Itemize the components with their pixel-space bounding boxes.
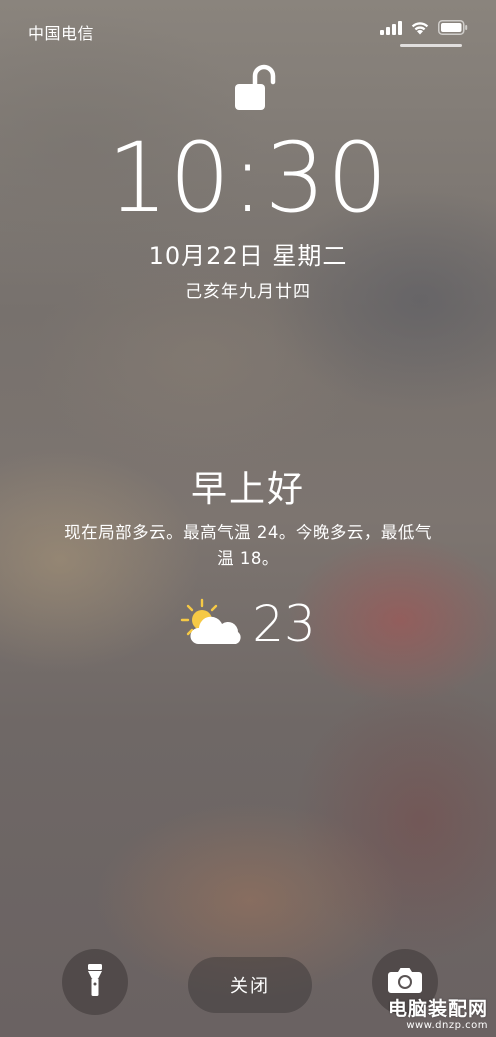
wifi-icon <box>410 20 430 39</box>
status-bar: 中国电信 <box>28 18 468 44</box>
lock-screen: 中国电信 10:30 10月22日 星期二 己亥年九月廿四 早上好 现在局部多云… <box>0 0 496 1037</box>
current-temperature: 23 <box>252 595 316 653</box>
camera-icon <box>388 967 422 997</box>
carrier-name: 中国电信 <box>28 24 95 43</box>
close-button[interactable]: 关闭 <box>188 957 312 1013</box>
unlock-icon <box>233 62 281 114</box>
watermark-title: 电脑装配网 <box>387 998 488 1020</box>
lunar-date: 己亥年九月廿四 <box>185 282 311 302</box>
forecast-text: 现在局部多云。最高气温 24。今晚多云，最低气温 18。 <box>64 523 432 568</box>
close-label: 关闭 <box>230 976 270 997</box>
partly-cloudy-icon <box>180 598 244 650</box>
status-icons <box>380 20 468 39</box>
watermark: 电脑装配网 www.dnzp.com <box>388 994 488 1031</box>
greeting-title: 早上好 <box>190 469 305 510</box>
flashlight-button[interactable] <box>62 949 128 1015</box>
flashlight-icon <box>87 963 103 1001</box>
signal-icon <box>380 20 402 39</box>
battery-icon <box>438 20 468 39</box>
current-weather: 23 <box>0 594 496 654</box>
lock-screen-date: 10月22日 星期二 <box>148 242 348 270</box>
lock-screen-time: 10:30 <box>107 122 389 234</box>
watermark-url: www.dnzp.com <box>406 1020 488 1031</box>
control-center-indicator[interactable] <box>400 44 462 47</box>
